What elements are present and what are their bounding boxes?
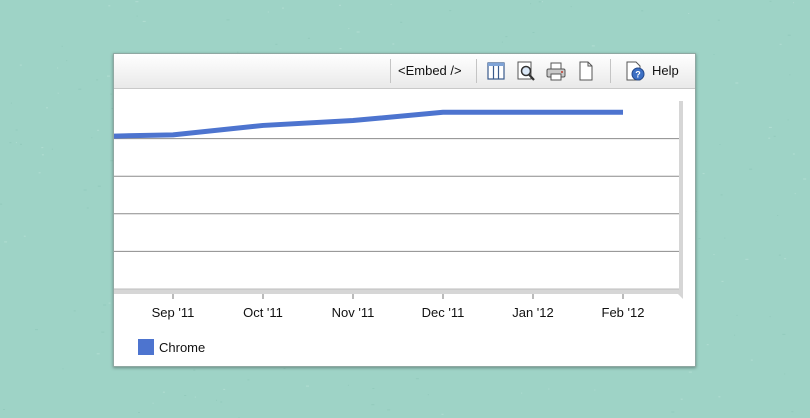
series-line-chrome bbox=[114, 109, 623, 139]
toolbar-separator bbox=[610, 59, 611, 83]
zoom-icon[interactable] bbox=[515, 60, 537, 82]
plot-frame-right bbox=[679, 101, 683, 295]
legend-swatch-chrome bbox=[138, 339, 154, 355]
x-tick-label: Dec '11 bbox=[422, 305, 465, 320]
embed-button[interactable]: <Embed /> bbox=[398, 63, 462, 78]
copy-page-icon[interactable] bbox=[575, 60, 597, 82]
x-tick-label: Sep '11 bbox=[152, 305, 195, 320]
print-icon[interactable] bbox=[545, 60, 567, 82]
help-icon[interactable]: ? bbox=[624, 60, 646, 82]
help-button[interactable]: Help bbox=[652, 63, 679, 78]
legend-label-chrome: Chrome bbox=[159, 339, 206, 355]
chart-widget: <Embed /> ? Help Sep '11 Oct '11 Nov '11… bbox=[113, 53, 696, 367]
toolbar-separator bbox=[476, 59, 477, 83]
plot-frame-bottom bbox=[114, 289, 683, 294]
chart-toolbar: <Embed /> ? Help bbox=[114, 54, 695, 89]
x-tick-label: Jan '12 bbox=[512, 305, 554, 320]
x-tick-label: Feb '12 bbox=[602, 305, 645, 320]
plot-frame-corner bbox=[678, 294, 683, 299]
chart-legend: Chrome bbox=[138, 339, 205, 355]
toolbar-separator bbox=[390, 59, 391, 83]
columns-icon[interactable] bbox=[485, 60, 507, 82]
x-tick-label: Nov '11 bbox=[332, 305, 375, 320]
svg-text:?: ? bbox=[635, 70, 641, 80]
line-chart: Sep '11 Oct '11 Nov '11 Dec '11 Jan '12 Feb '… bbox=[114, 101, 683, 320]
x-tick-label: Oct '11 bbox=[243, 305, 283, 320]
